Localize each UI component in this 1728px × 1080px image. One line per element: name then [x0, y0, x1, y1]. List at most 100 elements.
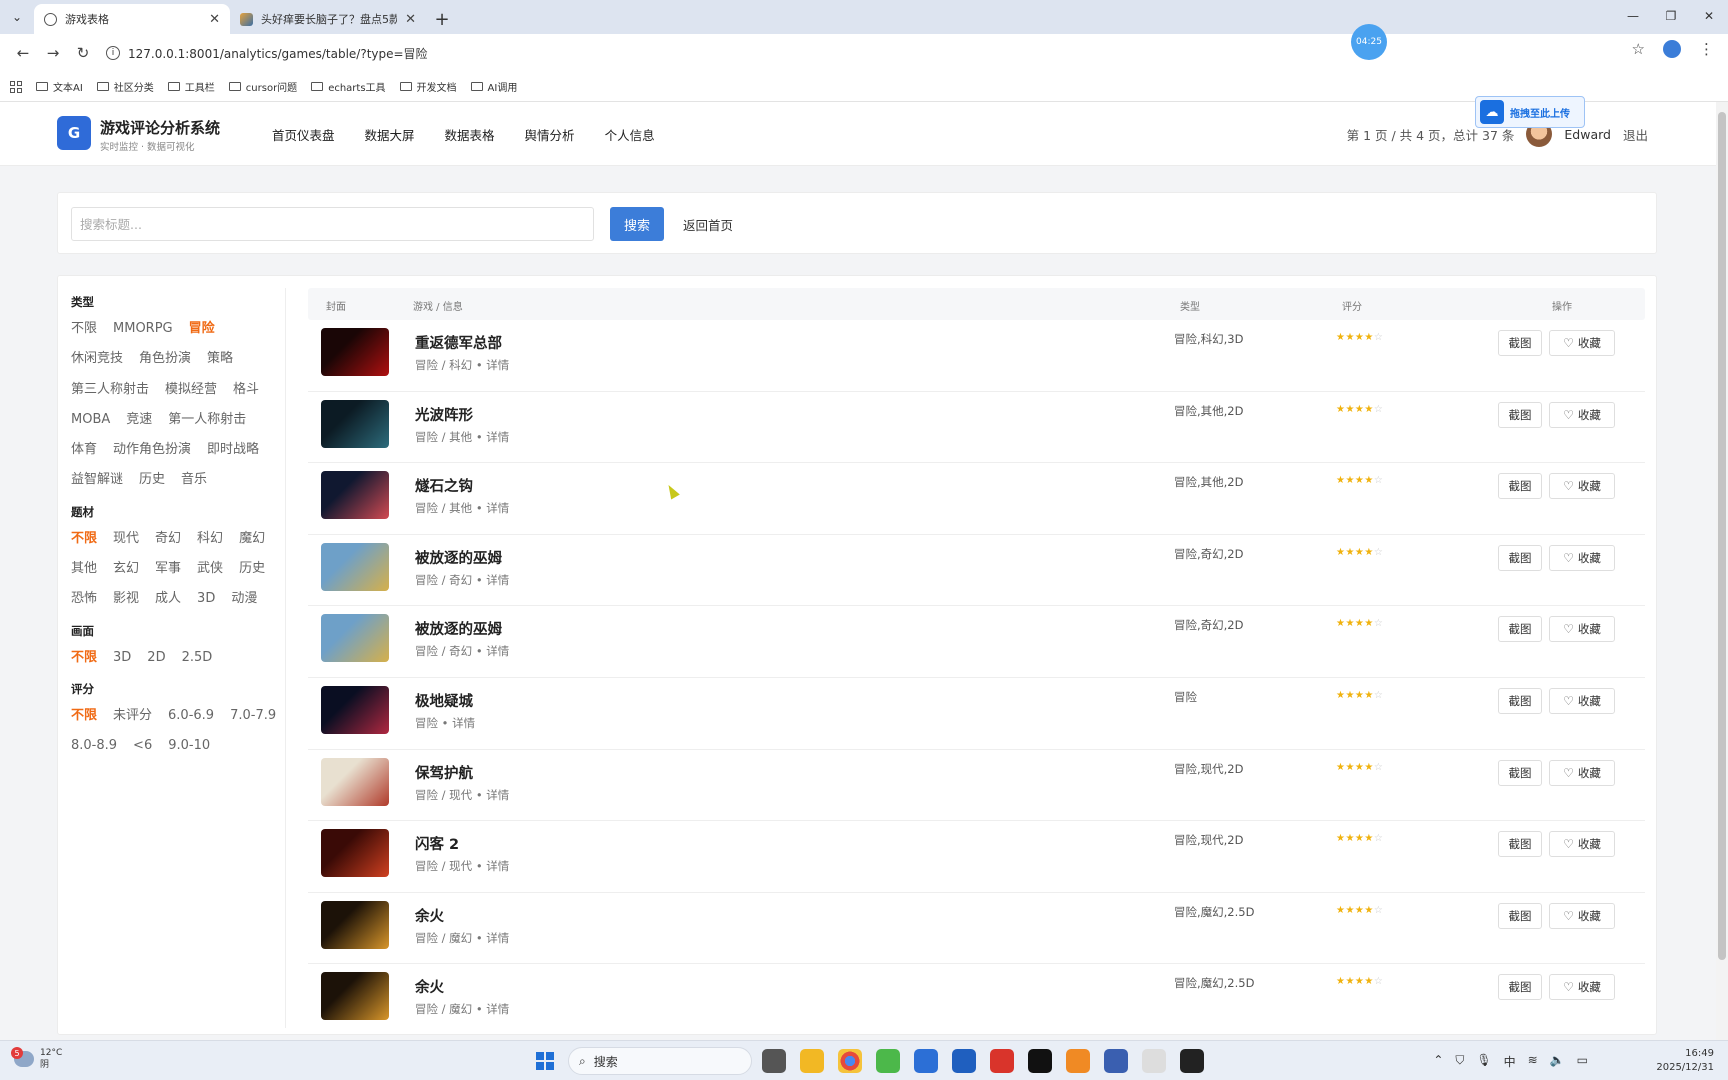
filter-option[interactable]: 现代 — [113, 524, 139, 554]
ime-indicator[interactable]: 中 — [1504, 1053, 1516, 1070]
wps-icon[interactable] — [990, 1049, 1014, 1073]
bookmark-star-icon[interactable]: ☆ — [1632, 40, 1645, 58]
game-title[interactable]: 极地疑城 — [415, 690, 473, 711]
filter-option[interactable]: 不限 — [71, 314, 97, 344]
bookmark-folder[interactable]: echarts工具 — [311, 79, 386, 94]
logout-link[interactable]: 退出 — [1623, 125, 1648, 144]
filter-option[interactable]: 其他 — [71, 554, 97, 584]
screenshot-button[interactable]: 截图 — [1498, 902, 1542, 929]
search-button[interactable]: 搜索 — [610, 207, 664, 241]
filter-option[interactable]: 不限 — [71, 643, 97, 673]
filter-option[interactable]: 恐怖 — [71, 584, 97, 614]
filter-option[interactable]: 第三人称射击 — [71, 375, 149, 405]
nav-profile[interactable]: 个人信息 — [605, 125, 655, 144]
game-title[interactable]: 燧石之钩 — [415, 475, 473, 496]
chevron-up-icon[interactable]: ⌃ — [1433, 1053, 1443, 1070]
scrollbar-thumb[interactable] — [1718, 112, 1726, 960]
nav-dashboard[interactable]: 首页仪表盘 — [272, 125, 335, 144]
forward-arrow-icon[interactable]: → — [40, 40, 66, 66]
screenshot-button[interactable]: 截图 — [1498, 401, 1542, 428]
app-icon[interactable] — [1104, 1049, 1128, 1073]
filter-option[interactable]: 策略 — [207, 344, 233, 374]
wifi-icon[interactable]: ≋ — [1528, 1053, 1538, 1070]
screenshot-button[interactable]: 截图 — [1498, 544, 1542, 571]
filter-option[interactable]: 军事 — [155, 554, 181, 584]
filter-option[interactable]: 2D — [147, 643, 165, 673]
game-meta[interactable]: 冒险 / 魔幻 • 详情 — [415, 930, 509, 946]
screenshot-button[interactable]: 截图 — [1498, 616, 1542, 643]
minimize-icon[interactable]: — — [1614, 0, 1652, 32]
filter-option[interactable]: 未评分 — [113, 701, 152, 731]
taskbar-search[interactable]: ⌕ 搜索 — [568, 1047, 752, 1075]
apps-grid-icon[interactable] — [10, 80, 22, 93]
app-icon[interactable] — [1180, 1049, 1204, 1073]
username[interactable]: Edward — [1564, 127, 1611, 142]
filter-option[interactable]: 奇幻 — [155, 524, 181, 554]
back-arrow-icon[interactable]: ← — [10, 40, 36, 66]
game-meta[interactable]: 冒险 • 详情 — [415, 715, 475, 731]
bookmark-folder[interactable]: 工具栏 — [167, 79, 215, 94]
bookmark-folder[interactable]: cursor问题 — [228, 79, 297, 94]
browser-tab-active[interactable]: 游戏表格 ✕ — [34, 4, 230, 34]
close-window-icon[interactable]: ✕ — [1690, 0, 1728, 32]
filter-option[interactable]: 8.0-8.9 — [71, 731, 117, 761]
menu-dots-icon[interactable]: ⋮ — [1699, 40, 1714, 58]
filter-option[interactable]: 不限 — [71, 524, 97, 554]
file-explorer-icon[interactable] — [800, 1049, 824, 1073]
favorite-button[interactable]: ♡ 收藏 — [1549, 831, 1615, 858]
screenshot-button[interactable]: 截图 — [1498, 831, 1542, 858]
pycharm-icon[interactable] — [1028, 1049, 1052, 1073]
favorite-button[interactable]: ♡ 收藏 — [1549, 616, 1615, 643]
mic-icon[interactable]: 🎙 — [1476, 1053, 1491, 1070]
game-title[interactable]: 被放逐的巫姆 — [415, 547, 502, 568]
game-cover-image[interactable] — [321, 399, 389, 448]
game-cover-image[interactable] — [321, 972, 389, 1021]
filter-option[interactable]: MMORPG — [113, 314, 173, 344]
game-meta[interactable]: 冒险 / 现代 • 详情 — [415, 787, 509, 803]
bookmark-folder[interactable]: 社区分类 — [96, 79, 154, 94]
favorite-button[interactable]: ♡ 收藏 — [1549, 401, 1615, 428]
filter-option[interactable]: 3D — [113, 643, 131, 673]
game-meta[interactable]: 冒险 / 科幻 • 详情 — [415, 357, 509, 373]
volume-icon[interactable]: 🔈 — [1550, 1053, 1565, 1070]
app-logo[interactable]: G — [57, 116, 91, 150]
search-input[interactable] — [71, 207, 594, 241]
close-icon[interactable]: ✕ — [405, 12, 416, 27]
filter-option[interactable]: 角色扮演 — [139, 344, 191, 374]
task-view-icon[interactable] — [762, 1049, 786, 1073]
battery-icon[interactable]: ▭ — [1577, 1053, 1588, 1070]
game-cover-image[interactable] — [321, 614, 389, 663]
profile-icon[interactable] — [1663, 40, 1681, 58]
store-icon[interactable] — [952, 1049, 976, 1073]
app-icon[interactable] — [876, 1049, 900, 1073]
filter-option[interactable]: 第一人称射击 — [168, 405, 246, 435]
filter-option[interactable]: 魔幻 — [239, 524, 265, 554]
filter-option[interactable]: 不限 — [71, 701, 97, 731]
game-cover-image[interactable] — [321, 542, 389, 591]
filter-option[interactable]: 历史 — [239, 554, 265, 584]
game-meta[interactable]: 冒险 / 奇幻 • 详情 — [415, 572, 509, 588]
filter-option[interactable]: 7.0-7.9 — [230, 701, 276, 731]
filter-option[interactable]: 冒险 — [189, 314, 215, 344]
filter-option[interactable]: 益智解谜 — [71, 465, 123, 495]
filter-option[interactable]: 成人 — [155, 584, 181, 614]
filter-option[interactable]: 武侠 — [197, 554, 223, 584]
game-cover-image[interactable] — [321, 471, 389, 520]
filter-option[interactable]: 玄幻 — [113, 554, 139, 584]
screenshot-button[interactable]: 截图 — [1498, 687, 1542, 714]
bookmark-folder[interactable]: AI调用 — [470, 79, 517, 94]
shield-icon[interactable]: ⛉ — [1455, 1053, 1464, 1070]
game-title[interactable]: 重返德军总部 — [415, 332, 502, 353]
nav-sentiment[interactable]: 舆情分析 — [525, 125, 575, 144]
game-cover-image[interactable] — [321, 685, 389, 734]
screenshot-button[interactable]: 截图 — [1498, 974, 1542, 1001]
favorite-button[interactable]: ♡ 收藏 — [1549, 902, 1615, 929]
back-home-link[interactable]: 返回首页 — [683, 215, 733, 234]
windows-start-icon[interactable] — [536, 1052, 554, 1070]
bookmark-folder[interactable]: 开发文档 — [399, 79, 457, 94]
filter-option[interactable]: 动作角色扮演 — [113, 435, 191, 465]
filter-option[interactable]: 历史 — [139, 465, 165, 495]
new-tab-button[interactable]: + — [426, 4, 458, 34]
game-meta[interactable]: 冒险 / 现代 • 详情 — [415, 858, 509, 874]
screenshot-button[interactable]: 截图 — [1498, 473, 1542, 500]
